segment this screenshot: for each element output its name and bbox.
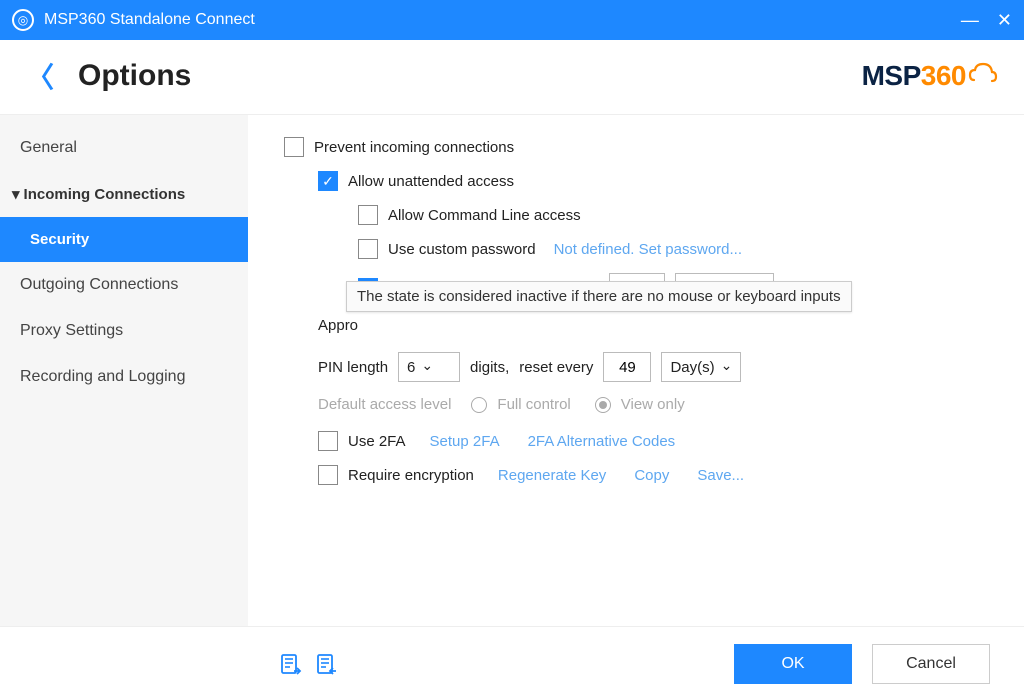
reset-unit-select[interactable]: Day(s) [661,352,741,382]
custom-password-checkbox[interactable] [358,239,378,259]
inactive-tooltip: The state is considered inactive if ther… [346,281,852,312]
brand-logo: MSP360 [862,60,998,93]
save-link[interactable]: Save... [697,467,744,484]
setup-2fa-link[interactable]: Setup 2FA [430,433,500,450]
pin-length-select[interactable]: 6 [398,352,460,382]
cloud-icon [968,60,998,93]
pin-digits-label: digits, [470,359,509,376]
allow-cmd-label: Allow Command Line access [388,207,581,224]
use-2fa-label: Use 2FA [348,433,406,450]
app-icon: ◎ [12,9,34,31]
logo-text-num: 360 [921,60,966,92]
allow-unattended-checkbox[interactable] [318,171,338,191]
use-2fa-checkbox[interactable] [318,431,338,451]
reset-every-label: reset every [519,359,593,376]
alt-codes-link[interactable]: 2FA Alternative Codes [528,433,676,450]
copy-link[interactable]: Copy [634,467,669,484]
chevron-down-icon: ▾ [12,185,20,203]
allow-cmd-checkbox[interactable] [358,205,378,225]
sidebar-item-general[interactable]: General [0,125,248,171]
prevent-label: Prevent incoming connections [314,139,514,156]
sidebar: General ▾ Incoming Connections Security … [0,115,248,655]
import-icon[interactable] [316,653,338,675]
sidebar-group-label: Incoming Connections [24,186,186,203]
sidebar-item-recording[interactable]: Recording and Logging [0,354,248,400]
back-button[interactable]: 〈 [26,56,54,96]
regenerate-key-link[interactable]: Regenerate Key [498,467,606,484]
sidebar-item-security[interactable]: Security [0,217,248,262]
cancel-button[interactable]: Cancel [872,644,990,684]
full-control-radio [471,397,487,413]
close-icon[interactable]: ✕ [997,10,1012,31]
custom-password-label: Use custom password [388,241,536,258]
app-title: MSP360 Standalone Connect [44,11,255,29]
content-pane: Prevent incoming connections Allow unatt… [248,115,1024,655]
ok-button[interactable]: OK [734,644,852,684]
export-icon[interactable] [280,653,302,675]
default-access-label: Default access level [318,396,451,413]
prevent-checkbox[interactable] [284,137,304,157]
pin-length-label: PIN length [318,359,388,376]
require-encryption-checkbox[interactable] [318,465,338,485]
require-encryption-label: Require encryption [348,467,474,484]
sidebar-group-incoming[interactable]: ▾ Incoming Connections [0,171,248,217]
sidebar-item-proxy[interactable]: Proxy Settings [0,308,248,354]
approval-label: Appro [318,317,358,334]
minimize-icon[interactable]: — [961,10,979,31]
allow-unattended-label: Allow unattended access [348,173,514,190]
reset-value-input[interactable] [603,352,651,382]
sidebar-item-outgoing[interactable]: Outgoing Connections [0,262,248,308]
full-control-label: Full control [497,396,570,413]
logo-text-msp: MSP [862,60,921,92]
view-only-radio [595,397,611,413]
view-only-label: View only [621,396,685,413]
page-title: Options [78,59,191,93]
set-password-link[interactable]: Not defined. Set password... [554,241,742,258]
